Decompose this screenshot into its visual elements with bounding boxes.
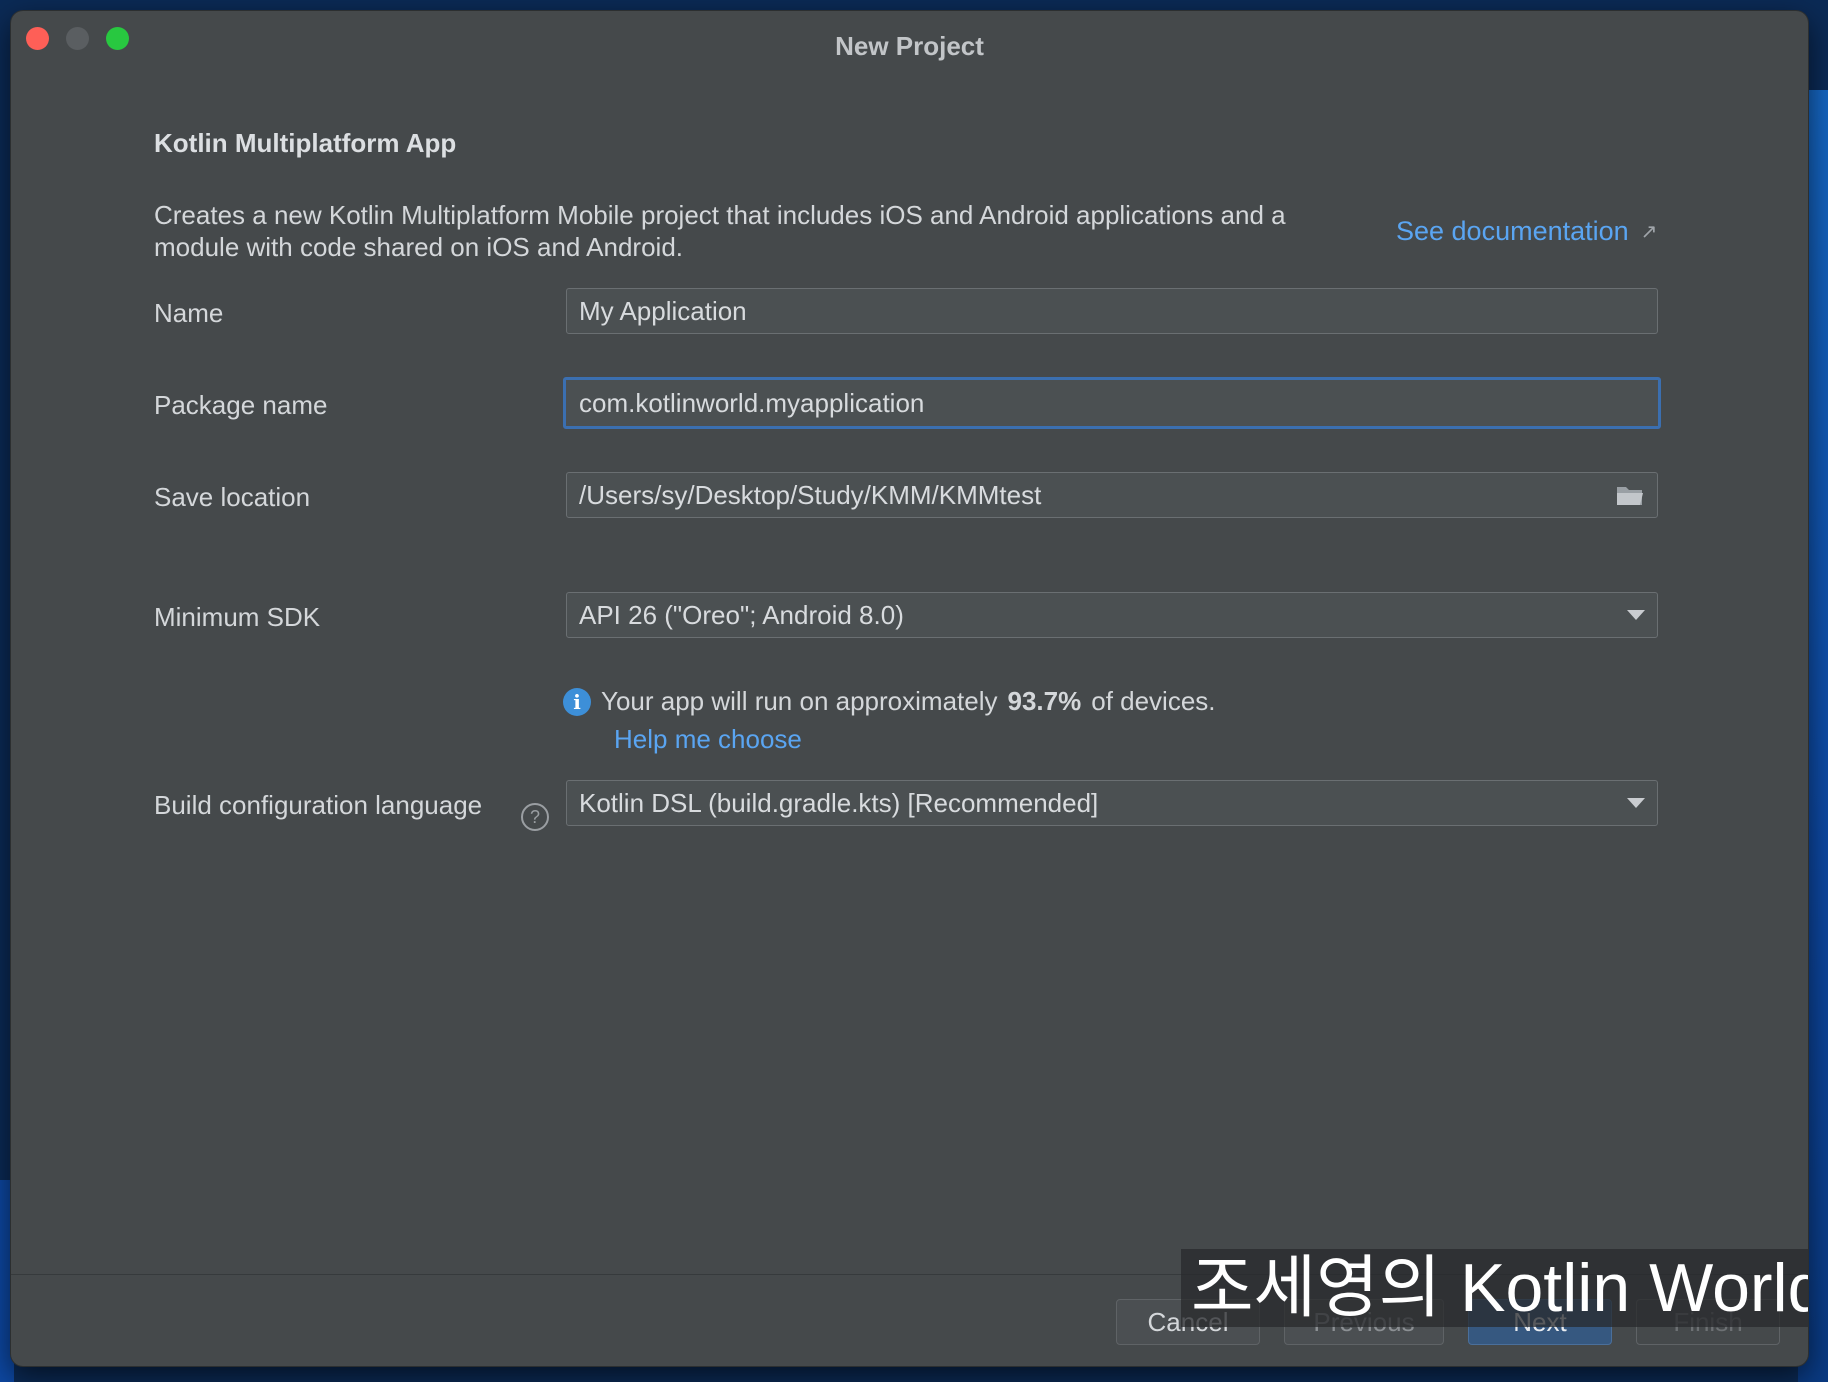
name-field[interactable]: My Application <box>566 288 1658 334</box>
see-documentation-link[interactable]: See documentation ↗ <box>1396 216 1657 247</box>
save-location-field-value: /Users/sy/Desktop/Study/KMM/KMMtest <box>579 479 1042 510</box>
info-icon: i <box>563 687 591 716</box>
save-location-field[interactable]: /Users/sy/Desktop/Study/KMM/KMMtest <box>566 472 1658 518</box>
minimum-sdk-dropdown[interactable]: API 26 ("Oreo"; Android 8.0) <box>566 592 1658 638</box>
see-documentation-label: See documentation <box>1396 216 1629 246</box>
help-question-icon[interactable]: ? <box>521 803 549 831</box>
external-link-icon: ↗ <box>1640 221 1658 243</box>
template-description: Creates a new Kotlin Multiplatform Mobil… <box>154 200 1286 262</box>
package-name-field-value: com.kotlinworld.myapplication <box>579 387 925 418</box>
minimum-sdk-value: API 26 ("Oreo"; Android 8.0) <box>579 599 904 630</box>
name-field-value: My Application <box>579 295 747 326</box>
title-bar: New Project <box>11 11 1808 63</box>
save-location-label: Save location <box>154 482 311 512</box>
coverage-prefix: Your app will run on approximately <box>601 686 998 716</box>
new-project-dialog: New Project Kotlin Multiplatform App Cre… <box>11 11 1808 1366</box>
folder-icon[interactable] <box>1615 483 1645 507</box>
minimum-sdk-label: Minimum SDK <box>154 602 321 632</box>
chevron-down-icon <box>1627 798 1645 808</box>
window-title: New Project <box>835 31 984 61</box>
chevron-down-icon <box>1627 610 1645 620</box>
package-name-field[interactable]: com.kotlinworld.myapplication <box>563 377 1661 429</box>
device-coverage-info: i Your app will run on approximately 93.… <box>563 686 1216 717</box>
package-name-label: Package name <box>154 390 328 420</box>
watermark-caption: 조세영의 Kotlin World <box>1181 1249 1808 1327</box>
name-label: Name <box>154 298 224 328</box>
coverage-suffix: of devices. <box>1091 686 1216 716</box>
build-config-language-label: Build configuration language <box>154 790 483 820</box>
template-heading: Kotlin Multiplatform App <box>154 128 457 158</box>
coverage-percent: 93.7% <box>1007 686 1082 716</box>
help-me-choose-link[interactable]: Help me choose <box>614 724 802 755</box>
build-config-language-dropdown[interactable]: Kotlin DSL (build.gradle.kts) [Recommend… <box>566 780 1658 826</box>
build-config-language-value: Kotlin DSL (build.gradle.kts) [Recommend… <box>579 787 1099 818</box>
